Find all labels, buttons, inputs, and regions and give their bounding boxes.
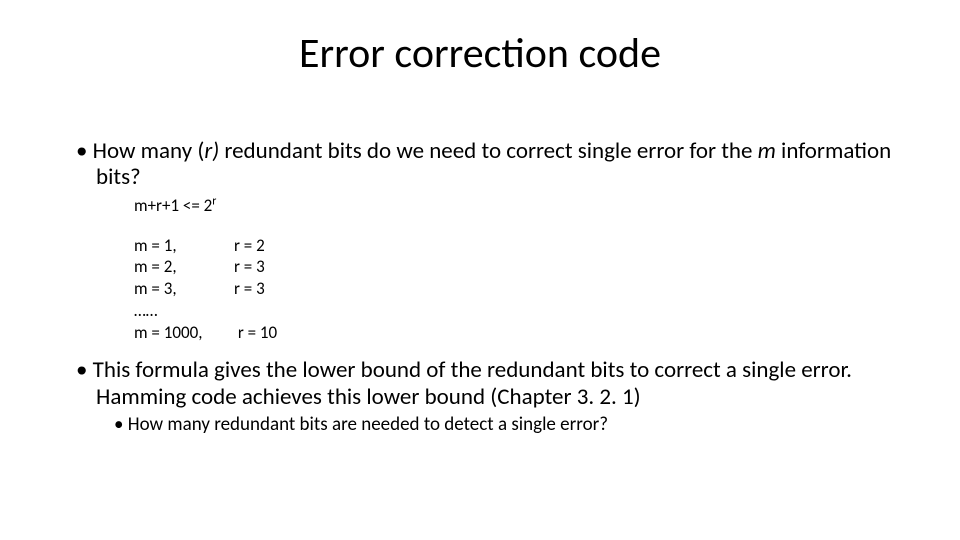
bullet-2: This formula gives the lower bound of th… xyxy=(76,357,896,410)
bullet-1-var-m: m xyxy=(758,137,776,165)
pair-row-2: m = 2,r = 3 xyxy=(134,256,896,278)
pair-4-m: m = 1000, xyxy=(134,322,234,344)
bullet-1-var-r: r) xyxy=(204,137,219,165)
bullet-1-pre: How many ( xyxy=(93,137,205,165)
formula-block: m+r+1 <= 2r m = 1,r = 2 m = 2,r = 3 m = … xyxy=(134,195,896,344)
slide-title: Error correction code xyxy=(0,28,960,79)
pair-4-r: r = 10 xyxy=(234,322,277,343)
pair-2-m: m = 2, xyxy=(134,256,234,278)
pair-2-r: r = 3 xyxy=(234,256,265,277)
pair-row-1: m = 1,r = 2 xyxy=(134,235,896,257)
pair-1-r: r = 2 xyxy=(234,235,265,256)
formula-exp: r xyxy=(212,194,216,208)
pair-3-r: r = 3 xyxy=(234,278,265,299)
slide-body: How many (r) redundant bits do we need t… xyxy=(76,138,896,437)
sub-bullet-1: How many redundant bits are needed to de… xyxy=(114,414,896,437)
formula-line: m+r+1 <= 2r xyxy=(134,195,896,217)
pair-3-m: m = 3, xyxy=(134,278,234,300)
pair-row-dots: …… xyxy=(134,300,896,322)
pair-row-3: m = 3,r = 3 xyxy=(134,278,896,300)
bullet-1-mid: redundant bits do we need to correct sin… xyxy=(219,137,757,165)
pair-1-m: m = 1, xyxy=(134,235,234,257)
pair-row-4: m = 1000, r = 10 xyxy=(134,322,896,344)
formula-left: m+r+1 <= 2 xyxy=(134,195,212,216)
bullet-1: How many (r) redundant bits do we need t… xyxy=(76,138,896,191)
dots: …… xyxy=(134,300,157,321)
